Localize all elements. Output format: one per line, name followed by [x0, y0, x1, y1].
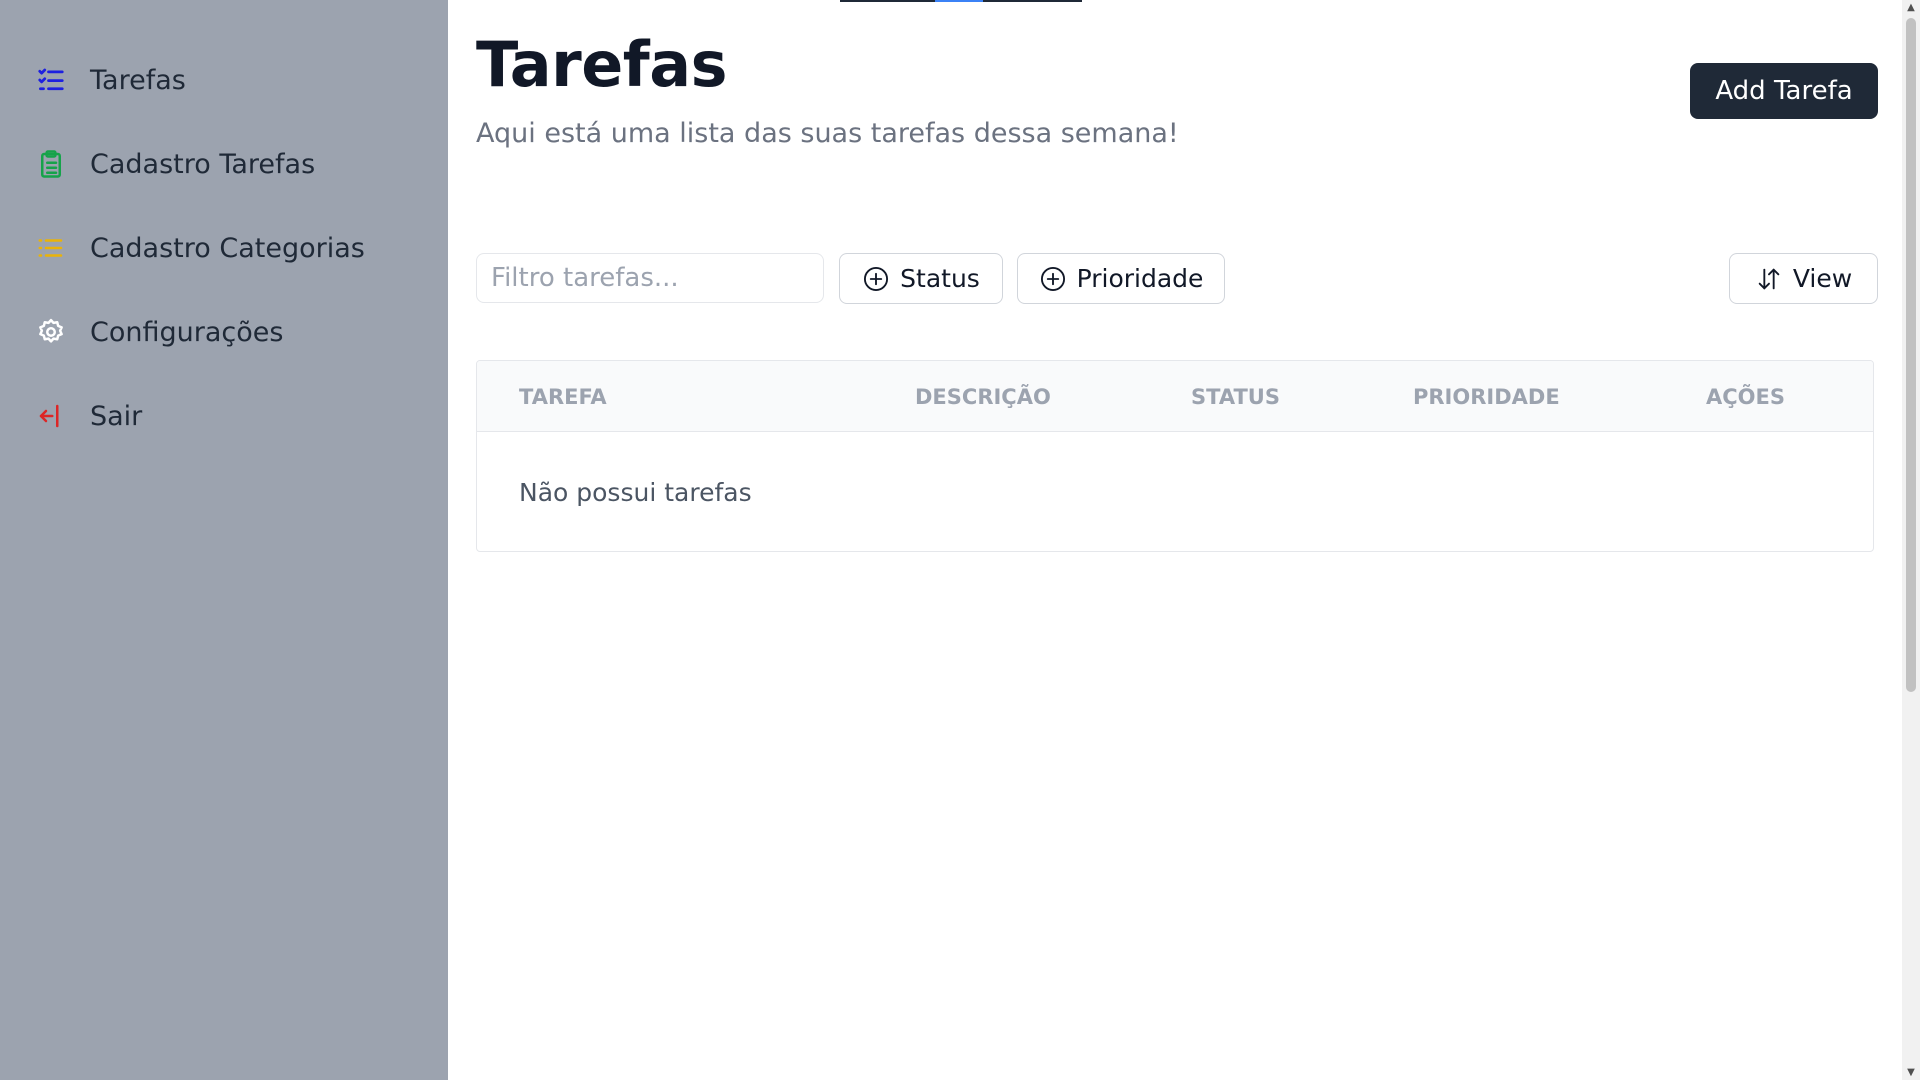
table-body: Não possui tarefas [477, 432, 1873, 551]
sidebar-item-tarefas[interactable]: Tarefas [0, 38, 448, 122]
view-options-button[interactable]: View [1729, 253, 1878, 304]
prioridade-filter-button[interactable]: Prioridade [1017, 253, 1225, 304]
loading-indicator-segment [935, 0, 983, 2]
arrow-left-to-line-icon [36, 401, 66, 431]
scroll-up-icon[interactable]: ▲ [1906, 2, 1916, 13]
sidebar-item-cadastro-tarefas[interactable]: Cadastro Tarefas [0, 122, 448, 206]
gear-icon [36, 317, 66, 347]
page-scrollbar[interactable]: ▲ ▼ [1902, 0, 1920, 1080]
sidebar-item-cadastro-categorias[interactable]: Cadastro Categorias [0, 206, 448, 290]
table-header: TAREFA DESCRIÇÃO STATUS PRIORIDADE AÇÕES [477, 361, 1873, 432]
column-header-tarefa[interactable]: TAREFA [519, 361, 607, 432]
sidebar-item-label: Sair [90, 400, 143, 432]
add-tarefa-button[interactable]: Add Tarefa [1690, 63, 1878, 119]
column-header-status[interactable]: STATUS [1191, 361, 1280, 432]
tarefas-table: TAREFA DESCRIÇÃO STATUS PRIORIDADE AÇÕES… [476, 360, 1874, 552]
sidebar: Tarefas Cadastro Tarefas Cadastro Catego… [0, 0, 448, 1080]
sidebar-item-sair[interactable]: Sair [0, 374, 448, 458]
page-title: Tarefas [476, 28, 727, 101]
clipboard-list-icon [36, 149, 66, 179]
prioridade-filter-label: Prioridade [1076, 264, 1204, 293]
empty-state-message: Não possui tarefas [519, 477, 752, 507]
sidebar-item-label: Configurações [90, 316, 284, 348]
sidebar-item-label: Cadastro Tarefas [90, 148, 316, 180]
loading-indicator [840, 0, 1082, 2]
sidebar-item-label: Cadastro Categorias [90, 232, 365, 264]
column-header-acoes: AÇÕES [1706, 384, 1785, 409]
plus-circle-icon [862, 265, 890, 293]
scroll-down-icon[interactable]: ▼ [1906, 1067, 1916, 1078]
main-content: Tarefas Aqui está uma lista das suas tar… [448, 0, 1902, 1080]
list-icon [36, 233, 66, 263]
plus-circle-icon [1039, 265, 1067, 293]
column-header-prioridade[interactable]: PRIORIDADE [1413, 361, 1560, 432]
view-options-label: View [1792, 264, 1853, 293]
column-header-descricao[interactable]: DESCRIÇÃO [915, 361, 1051, 432]
filter-input[interactable] [476, 253, 824, 303]
sidebar-item-label: Tarefas [90, 64, 186, 96]
page-subtitle: Aqui está uma lista das suas tarefas des… [476, 118, 1179, 149]
scrollbar-thumb[interactable] [1906, 18, 1916, 692]
list-checks-icon [36, 65, 66, 95]
sidebar-item-configuracoes[interactable]: Configurações [0, 290, 448, 374]
sort-arrows-icon [1755, 265, 1783, 293]
status-filter-button[interactable]: Status [839, 253, 1003, 304]
status-filter-label: Status [900, 264, 980, 293]
